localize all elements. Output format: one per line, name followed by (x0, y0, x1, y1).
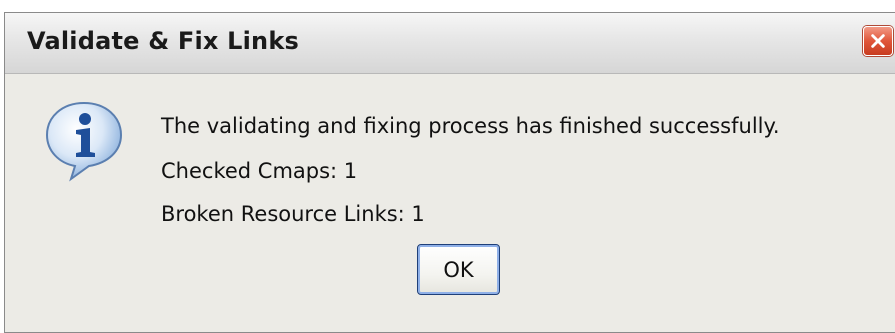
broken-resource-links-count: Broken Resource Links: 1 (161, 202, 425, 226)
info-icon (45, 101, 123, 182)
close-icon (871, 34, 885, 48)
checked-cmaps-count: Checked Cmaps: 1 (161, 159, 358, 183)
validate-fix-links-dialog: Validate & Fix Links The validating and … (4, 12, 895, 333)
close-button[interactable] (863, 26, 893, 56)
title-bar[interactable]: Validate & Fix Links (5, 13, 895, 74)
ok-button[interactable]: OK (417, 244, 500, 295)
window-title: Validate & Fix Links (27, 27, 299, 55)
status-message: The validating and fixing process has fi… (161, 114, 780, 138)
